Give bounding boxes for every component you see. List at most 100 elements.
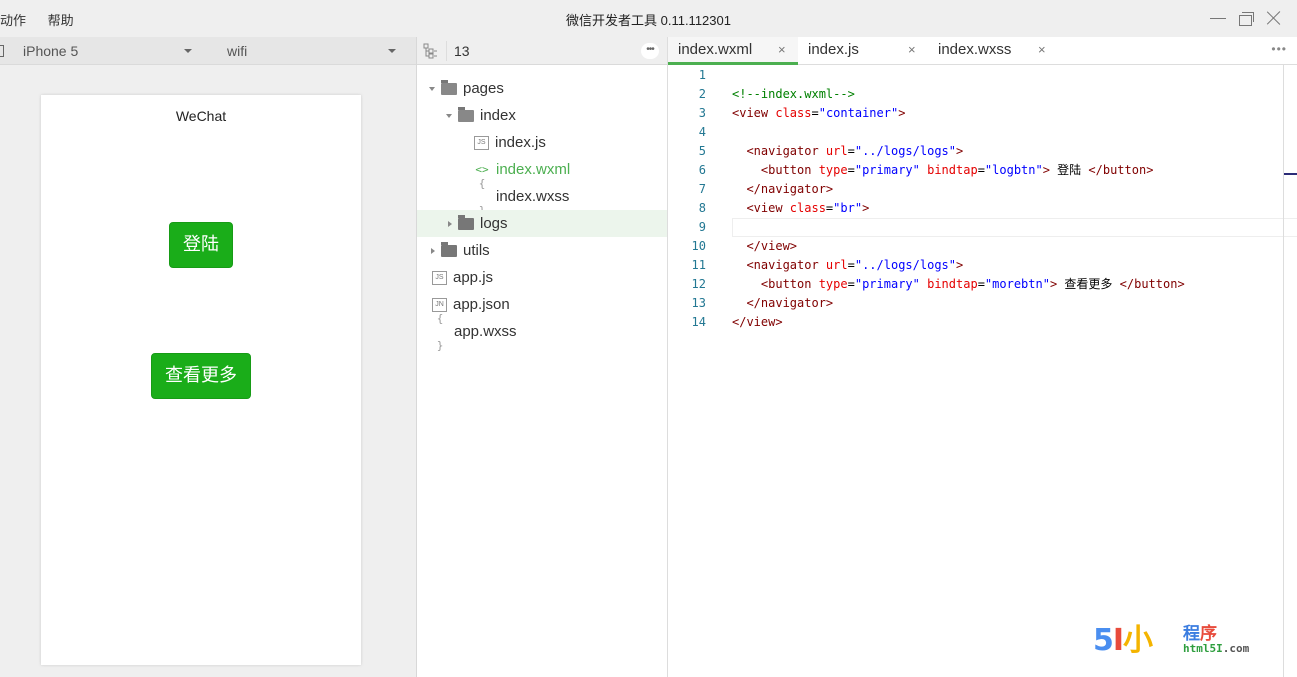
tree-node-logs[interactable]: logs	[417, 210, 667, 237]
close-icon[interactable]	[1265, 9, 1283, 27]
more-tabs-icon[interactable]: •••	[1271, 42, 1287, 56]
menu-bar: 动作 帮助	[0, 10, 92, 29]
tree-node-index-folder[interactable]: index	[417, 102, 667, 129]
logo-domain: html5I.com	[1183, 642, 1250, 655]
code-line[interactable]: 3 <view class="container">	[668, 104, 1284, 123]
line-number: 6	[698, 163, 706, 177]
network-select[interactable]: wifi	[227, 43, 247, 59]
code-line[interactable]: 1	[668, 66, 1284, 85]
file-tree-toolbar: 13 •••	[417, 37, 667, 65]
tree-node-index-wxss[interactable]: { } index.wxss	[417, 177, 667, 217]
code-line[interactable]: 8 <view class="br">	[668, 199, 1284, 218]
line-content: <button type="primary" bindtap="morebtn"…	[732, 275, 1185, 294]
line-number: 2	[698, 87, 706, 101]
tree-node-app-js[interactable]: JS app.js	[417, 264, 667, 291]
code-token-tag: <button	[732, 277, 819, 291]
code-line[interactable]: 2 <!--index.wxml-->	[668, 85, 1284, 104]
tab-label: index.wxss	[938, 41, 1012, 58]
overview-ruler[interactable]	[1283, 65, 1284, 677]
code-line[interactable]: 14 </view>	[668, 313, 1284, 332]
folder-open-icon	[441, 79, 457, 95]
tree-node-label: pages	[463, 80, 504, 97]
network-dropdown-caret-icon[interactable]	[388, 49, 396, 53]
tree-node-pages[interactable]: pages	[417, 75, 667, 102]
code-token-text: 查看更多	[1064, 277, 1113, 291]
login-button[interactable]: 登陆	[169, 222, 233, 268]
line-number: 10	[691, 239, 706, 253]
line-number: 3	[698, 106, 706, 120]
minimize-icon[interactable]	[1209, 9, 1227, 27]
tab-index-js[interactable]: index.js ×	[798, 37, 928, 65]
code-line[interactable]: 7 </navigator>	[668, 180, 1284, 199]
tab-index-wxml[interactable]: index.wxml ×	[668, 37, 798, 65]
code-line[interactable]: 10 </view>	[668, 237, 1284, 256]
code-token-attr: url	[825, 144, 848, 158]
tree-node-label: app.json	[453, 296, 510, 313]
menu-item-action[interactable]: 动作	[0, 13, 26, 28]
code-line[interactable]: 13 </navigator>	[668, 294, 1284, 313]
tree-node-index-wxml[interactable]: <> index.wxml	[417, 156, 667, 183]
tree-node-utils[interactable]: utils	[417, 237, 667, 264]
menu-item-help[interactable]: 帮助	[48, 13, 74, 28]
code-token-tag: >	[1049, 277, 1065, 291]
device-dropdown-caret-icon[interactable]	[184, 49, 192, 53]
line-content: </view>	[732, 237, 797, 256]
code-token-eq: =	[847, 144, 855, 158]
tab-index-wxss[interactable]: index.wxss ×	[928, 37, 1058, 65]
logo-mark: 5I小	[1093, 623, 1153, 658]
code-token-comment: <!--index.wxml-->	[732, 87, 855, 101]
line-content: <view class="br">	[732, 199, 869, 218]
close-tab-icon[interactable]: ×	[778, 37, 786, 63]
collapse-arrow-icon[interactable]	[448, 220, 452, 227]
code-line[interactable]: 5 <navigator url="../logs/logs">	[668, 142, 1284, 161]
phone-screen: WeChat 登陆 查看更多	[41, 95, 361, 665]
line-content: <navigator url="../logs/logs">	[732, 142, 963, 161]
panel-toggle-icon[interactable]	[0, 45, 4, 57]
editor-tabs: index.wxml × index.js × index.wxss × •••	[668, 37, 1297, 65]
code-token-tag: </view>	[732, 315, 783, 329]
code-token-tag: </button>	[1112, 277, 1185, 291]
restore-icon[interactable]	[1237, 9, 1255, 27]
window-controls	[1209, 9, 1283, 27]
code-token-val: "container"	[818, 106, 899, 120]
tree-node-label: app.wxss	[454, 323, 517, 340]
device-select[interactable]: iPhone 5	[23, 43, 78, 59]
tree-node-app-wxss[interactable]: { } app.wxss	[417, 312, 667, 352]
nav-title: WeChat	[175, 108, 227, 124]
expand-arrow-icon[interactable]	[429, 86, 435, 91]
code-line[interactable]: 9	[668, 218, 1297, 237]
line-content: </navigator>	[732, 180, 833, 199]
tree-node-label: index.wxml	[496, 161, 571, 178]
code-token-eq: =	[811, 106, 819, 120]
code-token-eq: =	[847, 258, 855, 272]
watermark-logo: 5I小 程序 html5I.com	[1093, 624, 1263, 658]
expand-arrow-icon[interactable]	[446, 113, 452, 118]
code-token-tag: <navigator	[732, 258, 826, 272]
tree-node-index-js[interactable]: JS index.js	[417, 129, 667, 156]
code-token-val: "logbtn"	[984, 163, 1043, 177]
file-tree-panel: 13 ••• pages index JS index.js <> index.…	[417, 37, 668, 677]
line-number: 4	[698, 125, 706, 139]
tree-node-label: index.wxss	[496, 188, 570, 205]
line-number: 13	[691, 296, 706, 310]
code-token-eq: =	[847, 277, 855, 291]
code-line[interactable]: 12 <button type="primary" bindtap="moreb…	[668, 275, 1284, 294]
code-line[interactable]: 6 <button type="primary" bindtap="logbtn…	[668, 161, 1284, 180]
close-tab-icon[interactable]: ×	[908, 37, 916, 63]
code-token-eq: =	[847, 163, 855, 177]
code-token-attr: class	[775, 106, 812, 120]
tree-node-label: index	[480, 107, 516, 124]
code-line[interactable]: 11 <navigator url="../logs/logs">	[668, 256, 1284, 275]
see-more-button[interactable]: 查看更多	[151, 353, 251, 399]
code-line[interactable]: 4	[668, 123, 1284, 142]
code-token-val: "primary"	[854, 163, 920, 177]
scroll-position-marker[interactable]	[1284, 173, 1297, 175]
more-options-icon[interactable]: •••	[641, 43, 659, 59]
collapse-arrow-icon[interactable]	[431, 247, 435, 254]
code-token-tag: <navigator	[732, 144, 826, 158]
close-tab-icon[interactable]: ×	[1038, 37, 1046, 63]
tab-label: index.js	[808, 41, 859, 58]
tree-node-app-json[interactable]: JN app.json	[417, 291, 667, 318]
tree-view-icon[interactable]	[423, 43, 439, 59]
toolbar-divider	[446, 41, 447, 61]
